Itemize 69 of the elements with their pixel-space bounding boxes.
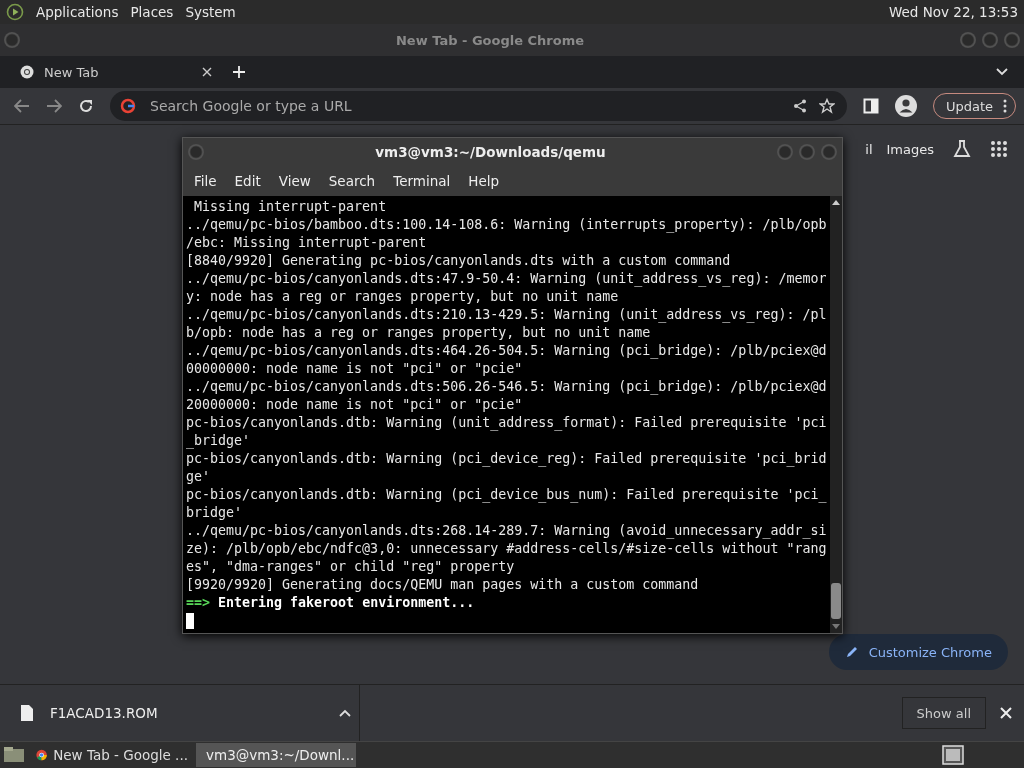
address-field[interactable]: Search Google or type a URL [148,97,781,115]
text-cursor [186,613,194,629]
terminal-line: b/opb: node has a reg or ranges property, but no unit name [186,324,652,342]
terminal-line: _bridge' [186,432,252,450]
scroll-up-icon[interactable] [831,198,841,206]
customize-chrome-button[interactable]: Customize Chrome [828,634,1008,670]
terminal-line: ../qemu/pc-bios/bamboo.dts:100.14-108.6: Warning (interrupts_property): /plb/opb [186,216,828,234]
menu-item[interactable]: Terminal [384,173,460,189]
header-link[interactable]: Images [886,141,934,157]
close-icon[interactable] [202,67,212,77]
terminal-line: ../qemu/pc-bios/canyonlands.dts:268.14-289.7: Warning (avoid_unnecessary_addr_si [186,522,828,540]
forward-icon[interactable] [46,99,62,113]
scrollbar[interactable] [830,196,842,633]
download-filename[interactable]: F1ACAD13.ROM [50,705,323,721]
terminal-line: ../qemu/pc-bios/canyonlands.dts:47.9-50.4: Warning (unit_address_vs_reg): /memor [186,270,828,288]
menu-item[interactable]: Help [459,173,509,189]
new-tab-icon[interactable] [232,65,246,79]
distro-logo-icon[interactable] [6,3,24,21]
scrollbar-thumb[interactable] [831,583,841,619]
terminal-line: ../qemu/pc-bios/canyonlands.dts:210.13-429.5: Warning (unit_address_vs_reg): /pl [186,306,828,324]
terminal-line: ze): /plb/opb/ebc/ndfc@3,0: unnecessary #address-cells/#size-cells without "rang [186,540,828,558]
window-title: New Tab - Google Chrome [394,32,586,48]
prompt-arrow: ==> [186,594,211,612]
menu-item[interactable]: File [185,173,226,189]
terminal-line: es", "dma-ranges" or child "reg" property [186,558,516,576]
terminal-line: 00000000: node name is not "pci" or "pcie" [186,360,524,378]
panel-menu[interactable]: System [181,4,240,20]
kebab-menu-icon [1003,99,1007,113]
menu-item[interactable]: Search [319,173,385,189]
google-g-icon [120,98,136,114]
address-bar[interactable]: Search Google or type a URL [110,91,847,121]
panel-menu[interactable]: Applications [32,4,123,20]
file-icon [20,704,34,722]
flask-icon[interactable] [952,139,972,159]
terminal-line: bridge' [186,504,244,522]
apps-grid-icon[interactable] [990,140,1008,158]
menu-item[interactable]: View [269,173,320,189]
terminal-line: pc-bios/canyonlands.dtb: Warning (pci_device_bus_num): Failed prerequisite 'pci_ [186,486,828,504]
terminal-line: Entering fakeroot environment... [218,594,475,612]
clock[interactable]: Wed Nov 22, 13:53 [888,4,1018,20]
menu-item[interactable]: Edit [225,173,270,189]
terminal-line: 20000000: node name is not "pci" or "pcie" [186,396,524,414]
panel-menu[interactable]: Places [126,4,178,20]
terminal-line: [9920/9920] Generating docs/QEMU man pages with a custom command [186,576,700,594]
scroll-down-icon[interactable] [831,623,841,631]
profile-avatar-icon[interactable] [894,95,917,117]
workspace-switcher-icon[interactable] [942,745,964,765]
star-icon[interactable] [818,98,835,114]
chevron-down-icon[interactable] [996,68,1008,76]
terminal-line: ../qemu/pc-bios/canyonlands.dts:464.26-504.5: Warning (pci_bridge): /plb/pciex@d [186,342,828,360]
terminal-line: pc-bios/canyonlands.dtb: Warning (pci_device_reg): Failed prerequisite 'pci_brid [186,450,828,468]
pencil-icon [844,645,859,659]
chevron-up-icon[interactable] [339,709,351,717]
header-link[interactable]: il [865,141,873,157]
terminal-line: pc-bios/canyonlands.dtb: Warning (unit_address_format): Failed prerequisite 'pci [186,414,828,432]
terminal-line: [8840/9920] Generating pc-bios/canyonlands.dts with a custom command [186,252,732,270]
taskbar-item[interactable]: New Tab - Google ... [32,743,192,767]
reload-icon[interactable] [78,98,94,114]
window-title: vm3@vm3:~/Downloads/qemu [374,144,607,160]
terminal-line: Missing interrupt-parent [193,198,388,216]
terminal-line: /ebc: Missing interrupt-parent [186,234,428,252]
terminal-line: ../qemu/pc-bios/canyonlands.dts:506.26-546.5: Warning (pci_bridge): /plb/pciex@d [186,378,828,396]
back-icon[interactable] [14,99,30,113]
taskbar-item[interactable]: vm3@vm3:~/Downl... [196,743,356,767]
terminal-line: ge' [186,468,212,486]
side-panel-icon[interactable] [862,98,879,114]
share-icon[interactable] [792,99,807,113]
show-all-button[interactable]: Show all [901,697,986,729]
terminal-line: y: node has a reg or ranges property, but no unit name [186,288,620,306]
